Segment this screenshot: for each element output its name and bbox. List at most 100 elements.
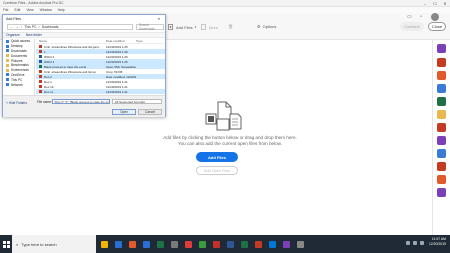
maximize-icon[interactable]: ☐ [430,0,440,7]
file-date-cell: 12/20/2019 1:21 [106,89,128,94]
taskbar-app-icon[interactable] [294,235,307,253]
add-open-files-button[interactable]: Add Open Files [196,166,238,175]
file-name-field[interactable]: "Doc 2" "1" "Blank process to case the e… [52,99,110,104]
more-toolbar-button[interactable]: More [201,24,218,30]
taskbar-app-icon[interactable] [210,235,223,253]
arrow-right-icon[interactable]: → [15,25,18,29]
organize-pages-icon[interactable] [437,123,446,132]
avatar[interactable] [431,13,439,21]
new-folder-button[interactable]: New folder [26,33,42,37]
file-name-cell: Doc 1b [36,85,106,89]
fill-sign-icon[interactable] [437,110,446,119]
menu-help[interactable]: Help [58,8,65,12]
gear-icon: ⚙ [257,24,261,29]
app-icon [185,240,192,248]
taskbar-app-icon[interactable] [140,235,153,253]
menu-edit[interactable]: Edit [14,8,20,12]
taskbar-app-icon[interactable] [182,235,195,253]
menu-view[interactable]: View [26,8,33,12]
organize-button[interactable]: Organize [6,33,20,37]
add-files-button[interactable]: Add Files [196,152,238,162]
taskbar-app-icon[interactable] [168,235,181,253]
combine-tool-icon[interactable] [437,44,446,53]
add-file-icon [168,24,173,30]
file-date-cell: 12/20/2019 1:26 [106,59,128,64]
file-icon [39,50,42,53]
cancel-button[interactable]: Cancel [138,109,162,115]
app-icon [101,240,108,248]
taskbar-app-icon[interactable] [238,235,251,253]
send-icon[interactable] [437,175,446,184]
volume-icon[interactable] [413,241,417,245]
close-window-icon[interactable]: ✕ [440,0,450,7]
tree-item[interactable]: Network [3,82,34,87]
taskbar-search[interactable]: ⌕ Type here to search [12,235,96,253]
chevron-down-icon: ▾ [194,25,197,29]
comment-icon[interactable] [437,97,446,106]
print-icon[interactable] [437,162,446,171]
taskbar-app-icon[interactable] [98,235,111,253]
export-pdf-icon[interactable] [437,58,446,67]
app-icon [213,240,220,248]
search-input[interactable]: Search Downloads [136,23,164,31]
add-files-toolbar-label: Add Files [176,24,193,30]
menu-window[interactable]: Window [40,8,52,12]
more-tools-icon[interactable] [437,188,446,197]
system-tray [406,241,424,245]
taskbar-app-icon[interactable] [252,235,265,253]
drop-zone-message: Add files by clicking the button below o… [120,135,340,147]
taskbar-app-icon[interactable] [196,235,209,253]
network-icon[interactable] [406,241,410,245]
taskbar-app-icon[interactable] [154,235,167,253]
edit-pdf-icon[interactable] [437,71,446,80]
clock[interactable]: 11:57 AM 12/20/2019 [429,237,446,247]
address-bar[interactable]: ← → ↑ This PC › Downloads [7,24,133,30]
column-type[interactable]: Type [136,39,165,43]
taskbar-app-icon[interactable] [224,235,237,253]
file-row[interactable]: Doc 1c 12/20/2019 1:21 [36,89,165,94]
chevron-up-icon: ˄ [6,101,8,105]
taskbar-app-icon[interactable] [280,235,293,253]
combine-button[interactable]: Combine [400,22,424,31]
options-toolbar-label: Options [262,24,277,29]
add-files-toolbar-button[interactable]: Add Files ▾ [168,24,196,30]
hide-folders-button[interactable]: ˄ Hide Folders [6,101,27,105]
app-icon [157,240,164,248]
arrow-up-icon[interactable]: ↑ [21,25,23,29]
breadcrumb-downloads[interactable]: Downloads [42,25,59,29]
bell-icon[interactable]: ◔ [419,14,422,20]
open-button[interactable]: Open [112,109,136,115]
battery-icon[interactable] [420,241,424,245]
chat-icon[interactable]: ▭ [407,14,412,20]
taskbar-search-placeholder: Type here to search [21,241,57,247]
create-pdf-icon[interactable] [437,84,446,93]
delete-toolbar-button[interactable]: 🗑 [228,24,233,29]
breadcrumb-this-pc[interactable]: This PC [24,25,36,29]
arrow-left-icon[interactable]: ← [10,25,13,29]
file-list: Name Date modified Type Cinit .streamlin… [36,39,165,95]
protect-icon[interactable] [437,136,446,145]
column-name[interactable]: Name [36,39,106,43]
drop-zone-line2: You can also add the current open files … [177,141,283,146]
taskbar-app-icon[interactable] [126,235,139,253]
file-name-cell: Doc 2 [36,75,106,79]
file-date-cell: 12/20/2019 1:21 [106,79,128,84]
folder-icon [6,68,9,72]
dialog-close-icon[interactable]: ✕ [153,15,165,22]
taskbar-app-icon[interactable] [266,235,279,253]
scan-icon[interactable] [437,149,446,158]
windows-start-button[interactable] [0,235,12,253]
folder-icon [6,59,9,63]
file-date-cell: 12/20/2019 1:26 [106,54,128,59]
options-toolbar-button[interactable]: ⚙ Options [257,24,276,29]
file-name-cell: Cinit .streamlines Wiresnare and list up [36,70,106,74]
close-button[interactable]: Close [428,22,446,31]
folder-icon [6,63,9,67]
combine-files-illustration-icon [205,101,242,131]
file-type-select[interactable]: All Supported Formats [112,99,162,104]
app-icon [269,240,276,248]
column-date[interactable]: Date modified [106,39,136,43]
minimize-icon[interactable]: – [420,0,430,7]
menu-file[interactable]: File [3,8,8,12]
taskbar-app-icon[interactable] [112,235,125,253]
